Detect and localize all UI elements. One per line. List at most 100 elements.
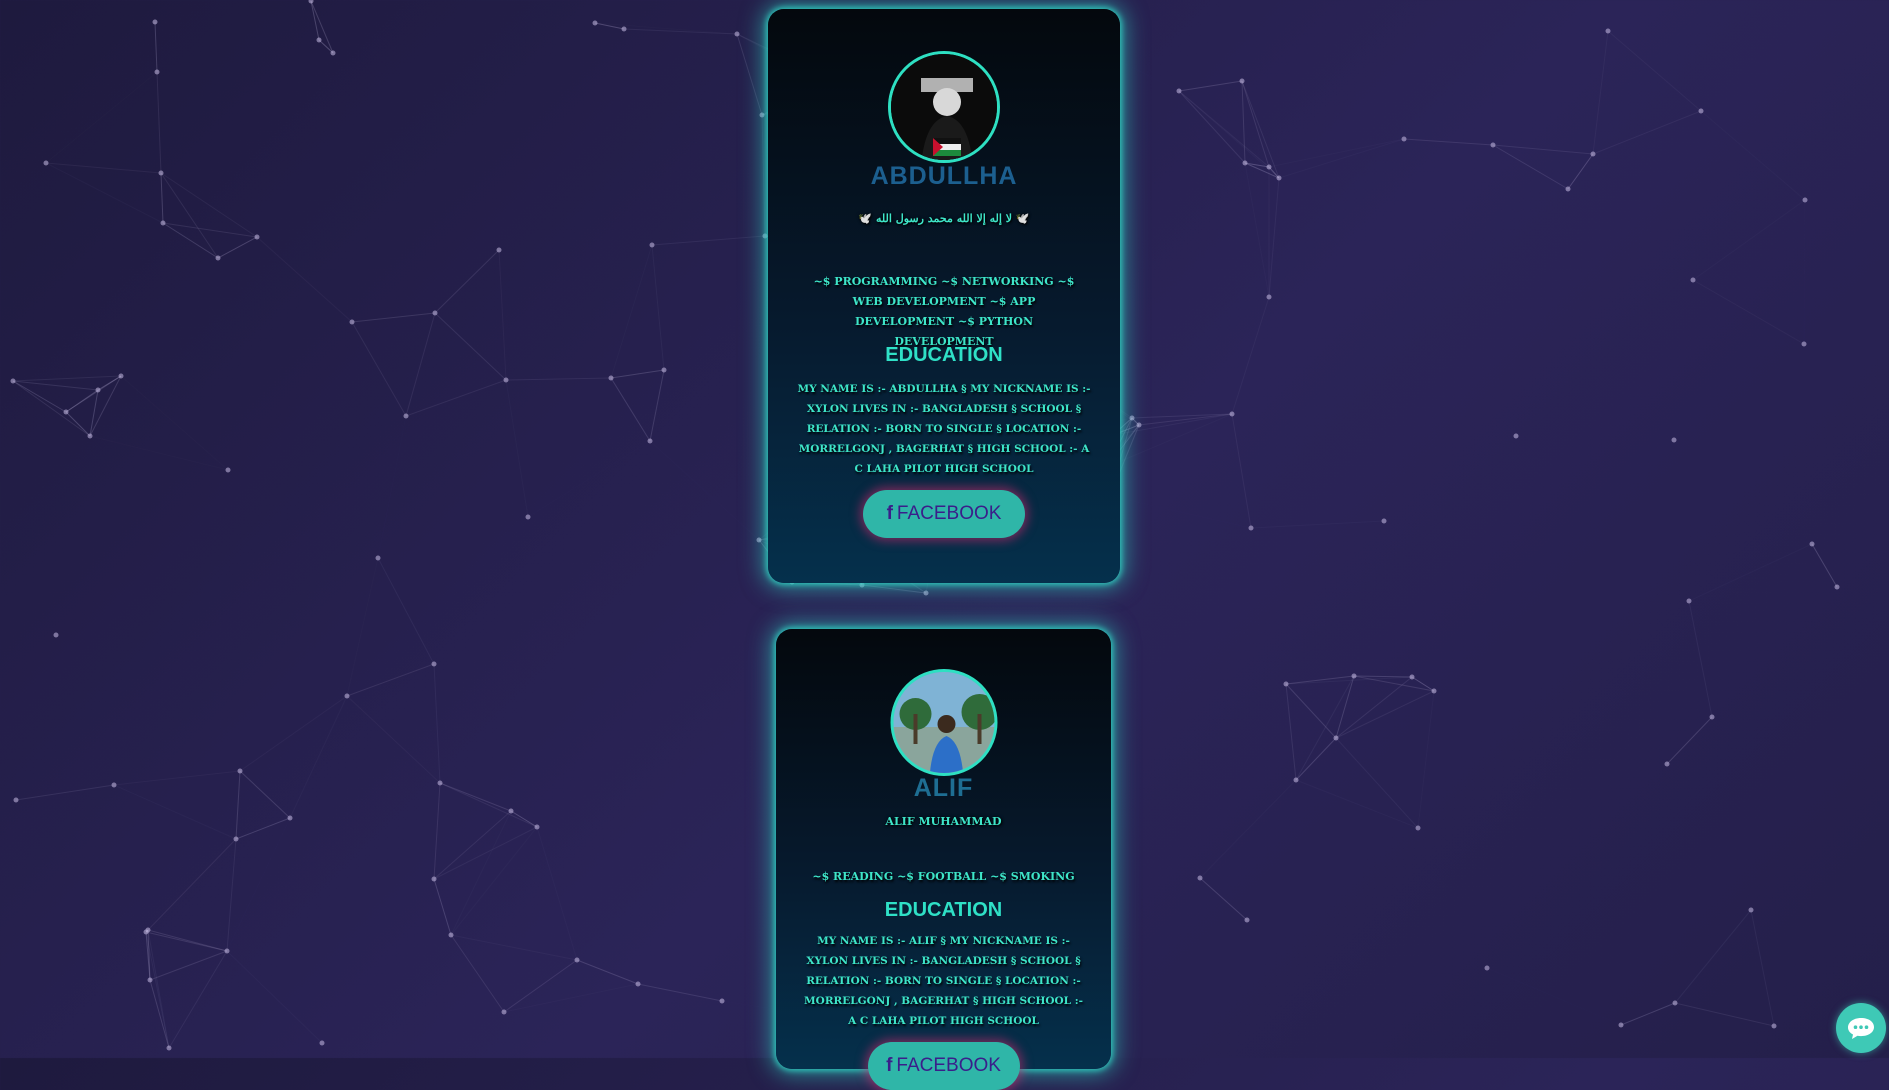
network-node [1618,1022,1624,1028]
network-line [433,878,452,936]
network-node [1244,917,1250,923]
network-line [498,249,507,381]
network-node [1590,151,1596,157]
network-line [1492,144,1594,155]
network-line [1286,684,1434,691]
network-node [215,255,221,261]
network-line [1269,139,1404,167]
profile-card-abdullha: ABDULLHA 🕊️ لا إله إلا الله محمد رسول ال… [768,9,1120,583]
network-node [635,981,641,987]
network-node [759,112,765,118]
network-node [1771,1023,1777,1029]
network-node [1671,437,1677,443]
network-line [310,0,320,41]
network-line [156,71,162,174]
network-line [239,770,291,819]
network-line [1200,780,1296,878]
network-node [147,977,153,983]
network-node [349,319,355,325]
network-line [218,258,352,322]
network-line [154,21,158,73]
network-line [168,950,228,1049]
network-node [1381,518,1387,524]
network-line [506,380,528,517]
network-line [1418,691,1434,828]
network-node [503,377,509,383]
network-line [1241,80,1246,164]
facebook-button[interactable]: f FACEBOOK [863,490,1025,538]
network-line [1110,496,1251,528]
network-line [1688,600,1713,718]
facebook-button[interactable]: f FACEBOOK [867,1042,1020,1090]
network-node [592,20,598,26]
network-line [160,172,219,259]
network-node [923,590,929,596]
network-node [1266,164,1272,170]
network-line [1245,163,1269,297]
avatar-image [893,672,994,773]
network-node [1431,688,1437,694]
network-line [1353,675,1413,678]
network-line [1335,675,1355,739]
network-line [378,416,406,558]
network-node [1415,825,1421,831]
profile-name: ALIF [913,774,974,802]
network-line [351,321,407,417]
network-node [143,929,149,935]
network-line [145,931,228,952]
network-node [437,780,443,786]
network-node [1401,136,1407,142]
network-line [149,950,228,981]
network-line [1689,587,1837,601]
network-line [65,411,91,437]
network-line [1268,177,1280,298]
network-node [1490,142,1496,148]
network-node [1672,1000,1678,1006]
network-node [375,555,381,561]
network-line [346,663,435,697]
network-line [256,236,353,323]
network-line [162,222,219,259]
network-line [433,663,441,784]
network-line [761,114,766,237]
network-node [1266,294,1272,300]
education-heading: EDUCATION [884,899,1003,921]
network-line [1285,675,1355,685]
network-line [433,782,441,880]
network-line [451,827,537,935]
network-line [1178,90,1246,164]
facebook-icon: f [886,503,893,524]
network-line [1750,909,1775,1027]
network-node [1686,598,1692,604]
network-node [344,693,350,699]
profile-card-alif: ALIF ALIF MUHAMMAD ~$ READING ~$ FOOTBAL… [776,629,1111,1090]
network-node [237,768,243,774]
network-node [225,467,231,473]
network-node [1229,411,1235,417]
education-heading: EDUCATION [885,344,1003,366]
network-line [1199,877,1248,921]
network-line [736,33,763,116]
network-node [1834,584,1840,590]
network-line [651,244,665,371]
network-line [610,377,651,442]
network-node [1690,277,1696,283]
network-line [1804,200,1805,344]
network-line [528,441,650,517]
network-line [1674,909,1752,1004]
network-node [1484,965,1490,971]
network-node [254,234,260,240]
network-line [1178,80,1243,92]
network-line [650,441,759,540]
network-node [224,948,230,954]
network-line [505,377,612,381]
network-line [235,770,241,840]
network-node [1136,422,1142,428]
network-node [1698,108,1704,114]
network-line [1487,968,1621,1025]
education-text: MY NAME IS :- ABDULLHA § MY NICKNAME IS … [797,383,1091,475]
network-line [1592,110,1702,155]
chat-button[interactable] [1836,1003,1886,1053]
network-node [431,661,437,667]
profile-name: ABDULLHA [870,162,1018,190]
